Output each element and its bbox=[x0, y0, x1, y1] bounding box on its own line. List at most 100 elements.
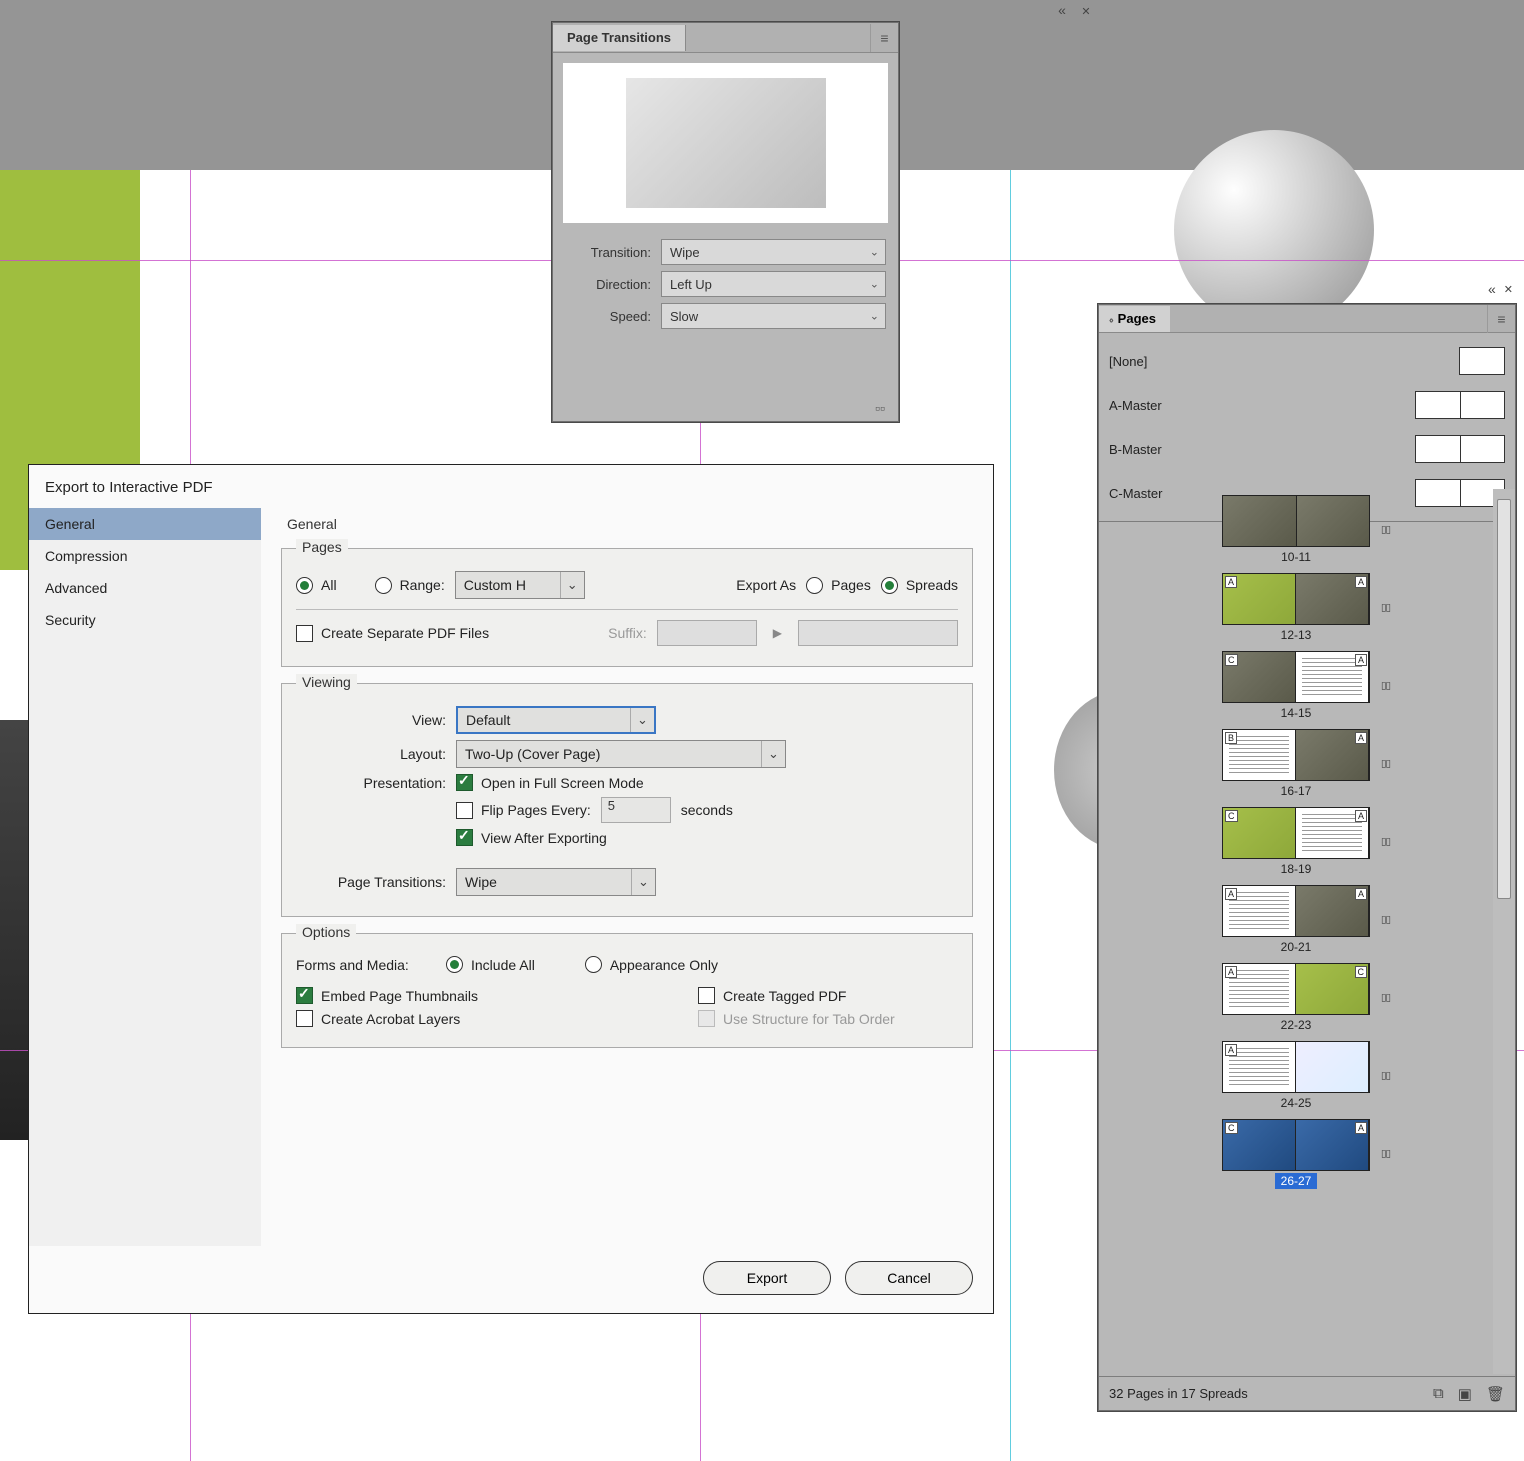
radio-range[interactable]: Range: bbox=[375, 577, 445, 594]
master-badge: A bbox=[1225, 576, 1237, 588]
check-flip-pages[interactable]: Flip Pages Every: bbox=[456, 802, 591, 819]
view-dropdown[interactable]: Default bbox=[456, 706, 656, 734]
spread-transition-icon: ▯▯ bbox=[1381, 1071, 1390, 1082]
master-badge: A bbox=[1225, 1044, 1237, 1056]
range-dropdown[interactable]: Custom H bbox=[455, 571, 585, 599]
master-badge: A bbox=[1225, 966, 1237, 978]
master-badge: C bbox=[1225, 810, 1238, 822]
spread[interactable]: AA▯▯20-21 bbox=[1222, 885, 1370, 955]
layout-label: Layout: bbox=[296, 746, 446, 762]
panel-menu-icon[interactable]: ≡ bbox=[870, 24, 898, 52]
master-row[interactable]: A-Master bbox=[1109, 383, 1505, 427]
check-embed-thumbs[interactable]: Embed Page Thumbnails bbox=[296, 987, 478, 1004]
edit-page-size-icon[interactable]: ⧉ bbox=[1433, 1385, 1444, 1403]
check-acrobat-layers[interactable]: Create Acrobat Layers bbox=[296, 1010, 460, 1027]
appearance-only-label: Appearance Only bbox=[610, 957, 718, 973]
spread[interactable]: ▯▯10-11 bbox=[1222, 495, 1370, 565]
spread[interactable]: A▯▯24-25 bbox=[1222, 1041, 1370, 1111]
spread[interactable]: CA▯▯18-19 bbox=[1222, 807, 1370, 877]
panel-close-icon[interactable] bbox=[1504, 281, 1513, 297]
check-fullscreen[interactable]: Open in Full Screen Mode bbox=[456, 774, 644, 791]
radio-dot-icon bbox=[296, 577, 313, 594]
view-label: View: bbox=[296, 712, 446, 728]
sidebar-item-security[interactable]: Security bbox=[29, 604, 261, 636]
radio-all[interactable]: All bbox=[296, 577, 337, 594]
radio-dot-icon bbox=[375, 577, 392, 594]
cancel-button[interactable]: Cancel bbox=[845, 1261, 973, 1295]
spread[interactable]: CA▯▯14-15 bbox=[1222, 651, 1370, 721]
spread[interactable]: BA▯▯16-17 bbox=[1222, 729, 1370, 799]
page-transitions-tab[interactable]: Page Transitions bbox=[553, 25, 686, 51]
spreads-section[interactable]: ▯▯10-11AA▯▯12-13CA▯▯14-15BA▯▯16-17CA▯▯18… bbox=[1099, 489, 1493, 1374]
spread-thumb[interactable]: CA bbox=[1222, 651, 1370, 703]
transition-select[interactable]: Wipe ⌄ bbox=[661, 239, 886, 265]
pages-tab[interactable]: Pages bbox=[1099, 306, 1170, 332]
spread-label: 18-19 bbox=[1275, 861, 1318, 877]
sidebar-item-general[interactable]: General bbox=[29, 508, 261, 540]
radio-dot-icon bbox=[585, 956, 602, 973]
check-separate-files[interactable]: Create Separate PDF Files bbox=[296, 625, 489, 642]
master-row[interactable]: [None] bbox=[1109, 339, 1505, 383]
direction-select[interactable]: Left Up ⌄ bbox=[661, 271, 886, 297]
layout-dropdown[interactable]: Two-Up (Cover Page) bbox=[456, 740, 786, 768]
scrollbar[interactable] bbox=[1493, 489, 1515, 1374]
scrollbar-thumb[interactable] bbox=[1497, 499, 1511, 899]
arrow-icon: ▶ bbox=[767, 626, 788, 640]
spread[interactable]: AA▯▯12-13 bbox=[1222, 573, 1370, 643]
spread-thumb[interactable]: AC bbox=[1222, 963, 1370, 1015]
spread-thumb[interactable]: A bbox=[1222, 1041, 1370, 1093]
radio-pages[interactable]: Pages bbox=[806, 577, 871, 594]
radio-dot-icon bbox=[881, 577, 898, 594]
spread-thumb[interactable]: AA bbox=[1222, 573, 1370, 625]
spread-thumb[interactable] bbox=[1222, 495, 1370, 547]
spread-transition-icon: ▯▯ bbox=[1381, 915, 1390, 926]
spread-transition-icon: ▯▯ bbox=[1381, 603, 1390, 614]
radio-pages-label: Pages bbox=[831, 577, 871, 593]
page-transitions-dropdown[interactable]: Wipe bbox=[456, 868, 656, 896]
delete-page-icon[interactable]: 🗑 bbox=[1486, 1385, 1505, 1403]
master-name: [None] bbox=[1109, 354, 1147, 369]
ball-photo bbox=[1174, 130, 1374, 330]
radio-dot-icon bbox=[806, 577, 823, 594]
new-page-icon[interactable]: ▣ bbox=[1458, 1385, 1472, 1403]
master-badge: A bbox=[1355, 732, 1367, 744]
panel-collapse-icon[interactable] bbox=[1054, 2, 1070, 18]
panel-menu-icon[interactable]: ≡ bbox=[1487, 305, 1515, 333]
transition-preview-area bbox=[563, 63, 888, 223]
export-as-label: Export As bbox=[736, 577, 796, 593]
apply-to-all-spreads-icon[interactable]: ▫▫ bbox=[870, 399, 890, 417]
panel-close-icon[interactable] bbox=[1078, 3, 1094, 18]
sidebar-item-advanced[interactable]: Advanced bbox=[29, 572, 261, 604]
spread-label: 14-15 bbox=[1275, 705, 1318, 721]
speed-label: Speed: bbox=[565, 309, 651, 324]
chevron-down-icon bbox=[761, 741, 785, 767]
spread-thumb[interactable]: CA bbox=[1222, 807, 1370, 859]
panel-collapse-icon[interactable] bbox=[1488, 281, 1496, 297]
spread-transition-icon: ▯▯ bbox=[1381, 993, 1390, 1004]
checkbox-icon bbox=[456, 802, 473, 819]
spread-transition-icon: ▯▯ bbox=[1381, 681, 1390, 692]
radio-appearance-only[interactable]: Appearance Only bbox=[585, 956, 718, 973]
spread-label: 20-21 bbox=[1275, 939, 1318, 955]
checkbox-icon bbox=[296, 987, 313, 1004]
radio-spreads[interactable]: Spreads bbox=[881, 577, 958, 594]
spread-label: 16-17 bbox=[1275, 783, 1318, 799]
spread[interactable]: CA▯▯26-27 bbox=[1222, 1119, 1370, 1189]
master-thumb-icon bbox=[1459, 347, 1505, 375]
radio-dot-icon bbox=[446, 956, 463, 973]
export-button[interactable]: Export bbox=[703, 1261, 831, 1295]
spread[interactable]: AC▯▯22-23 bbox=[1222, 963, 1370, 1033]
range-value: Custom H bbox=[464, 577, 526, 593]
check-tagged-pdf[interactable]: Create Tagged PDF bbox=[698, 987, 958, 1004]
master-row[interactable]: B-Master bbox=[1109, 427, 1505, 471]
master-badge: C bbox=[1225, 1122, 1238, 1134]
spread-thumb[interactable]: CA bbox=[1222, 1119, 1370, 1171]
flip-seconds-input[interactable]: 5 bbox=[601, 797, 671, 823]
spread-thumb[interactable]: BA bbox=[1222, 729, 1370, 781]
spread-thumb[interactable]: AA bbox=[1222, 885, 1370, 937]
check-view-after[interactable]: View After Exporting bbox=[456, 829, 607, 846]
panel-tabrow: Page Transitions ≡ bbox=[553, 23, 898, 53]
speed-select[interactable]: Slow ⌄ bbox=[661, 303, 886, 329]
sidebar-item-compression[interactable]: Compression bbox=[29, 540, 261, 572]
radio-include-all[interactable]: Include All bbox=[446, 956, 535, 973]
